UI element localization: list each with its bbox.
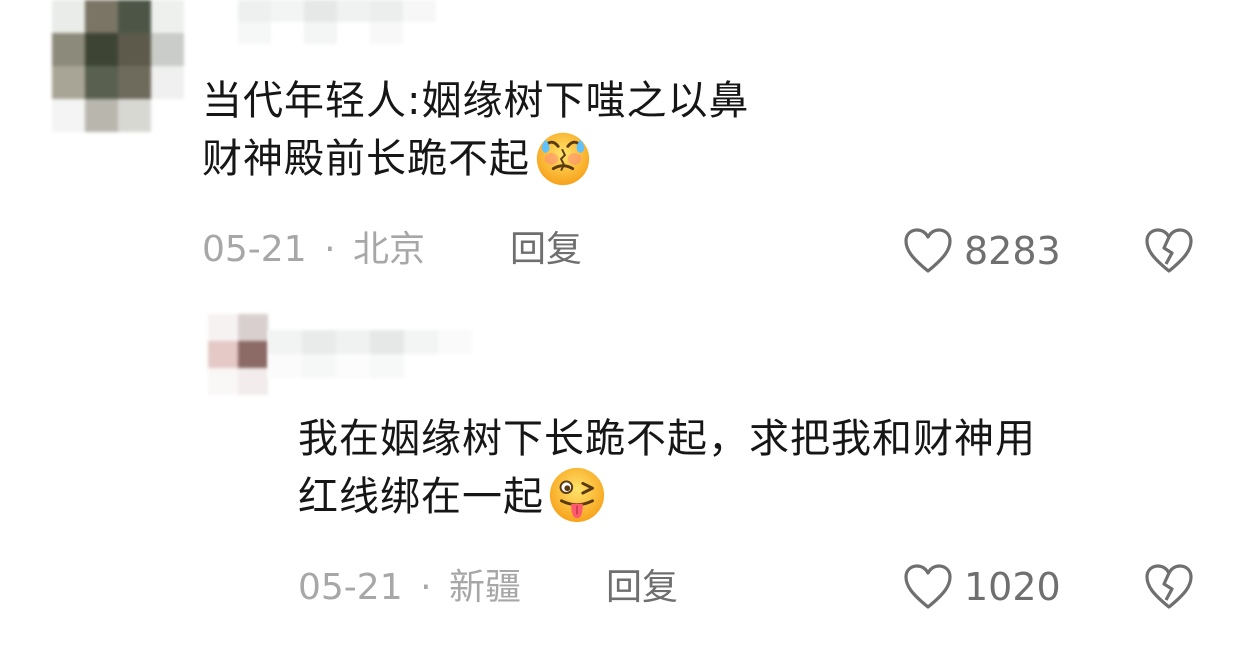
username[interactable]: [268, 330, 473, 378]
comment-text-line: 红线绑在一起: [298, 467, 1036, 526]
comment-meta: 05-21 · 新疆: [298, 566, 521, 610]
like-count: 8283: [964, 229, 1061, 273]
meta-separator: ·: [420, 567, 432, 608]
heart-outline-icon: [902, 562, 954, 612]
reply-button[interactable]: 回复: [606, 566, 678, 610]
avatar[interactable]: [52, 0, 184, 132]
comment-location: 新疆: [448, 567, 521, 608]
reply-button[interactable]: 回复: [510, 228, 582, 272]
like-button[interactable]: 8283: [902, 226, 1061, 276]
comment-text-segment: 财神殿前长跪不起: [202, 136, 530, 182]
like-button[interactable]: 1020: [902, 562, 1061, 612]
comment-text-line: 我在姻缘树下长跪不起，求把我和财神用: [298, 416, 1036, 462]
username[interactable]: [205, 0, 436, 44]
comment-text: 当代年轻人:姻缘树下嗤之以鼻 财神殿前长跪不起: [202, 72, 749, 188]
comment-text-segment: 红线绑在一起: [298, 474, 544, 520]
meta-separator: ·: [324, 229, 336, 270]
avatar[interactable]: [208, 314, 268, 395]
broken-heart-icon[interactable]: [1143, 562, 1195, 612]
comment-date: 05-21: [298, 567, 403, 608]
comment-text-line: 财神殿前长跪不起: [202, 130, 749, 188]
comment-text: 我在姻缘树下长跪不起，求把我和财神用 红线绑在一起: [298, 410, 1036, 526]
comment-text-line: 当代年轻人:姻缘树下嗤之以鼻: [202, 78, 750, 124]
crying-face-emoji: [536, 132, 590, 186]
heart-outline-icon: [902, 226, 954, 276]
winking-tongue-face-emoji: [549, 467, 605, 523]
like-count: 1020: [964, 565, 1061, 609]
comment-meta: 05-21 · 北京: [202, 228, 425, 272]
comment-date: 05-21: [202, 229, 307, 270]
broken-heart-icon[interactable]: [1143, 226, 1195, 276]
comment-location: 北京: [352, 229, 425, 270]
